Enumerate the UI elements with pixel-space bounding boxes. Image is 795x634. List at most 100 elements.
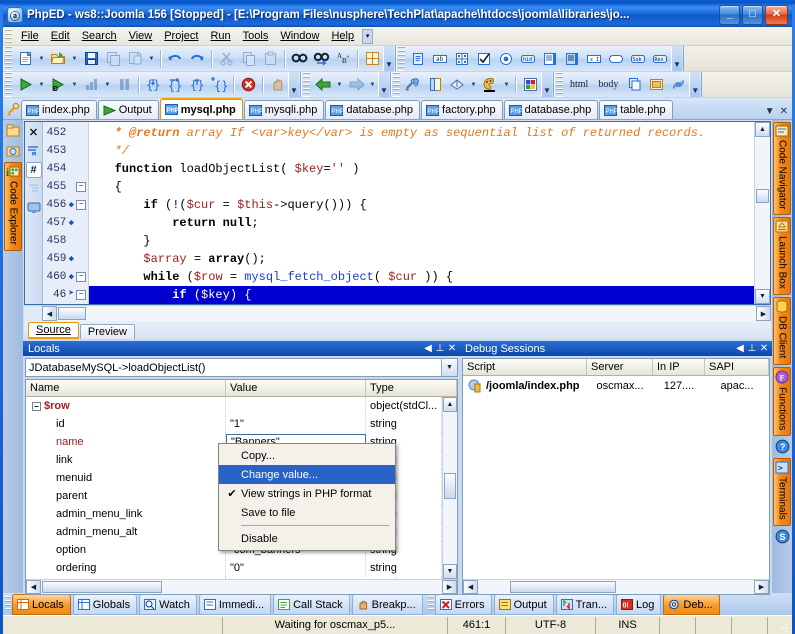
forward-arrow-icon[interactable] bbox=[345, 74, 367, 96]
menu-view[interactable]: View bbox=[123, 28, 159, 44]
open-file-dropdown-arrow-icon[interactable]: ▼ bbox=[69, 48, 80, 70]
step-into-icon[interactable]: {} bbox=[142, 74, 164, 96]
minimize-button[interactable]: _ bbox=[719, 5, 740, 25]
scroll-thumb[interactable] bbox=[444, 472, 456, 499]
toolbar-overflow-button[interactable]: ▼ bbox=[288, 72, 299, 97]
deploy-dropdown-arrow-icon[interactable]: ▼ bbox=[468, 74, 479, 96]
column-header-in-ip[interactable]: In IP bbox=[653, 359, 705, 375]
submit-icon[interactable]: Sub bbox=[627, 48, 649, 70]
profile-dropdown-arrow-icon[interactable]: ▼ bbox=[102, 74, 113, 96]
reset-icon[interactable]: Res bbox=[649, 48, 671, 70]
close-icon[interactable]: ✕ bbox=[758, 343, 770, 354]
chevron-down-icon[interactable]: ▼ bbox=[441, 359, 457, 376]
menu-search[interactable]: Search bbox=[76, 28, 123, 44]
menu-edit[interactable]: Edit bbox=[45, 28, 76, 44]
scroll-right-icon[interactable]: ▶ bbox=[754, 580, 769, 594]
copy-tag-icon[interactable] bbox=[623, 74, 645, 96]
editor-horizontal-scrollbar[interactable]: ◀ ▶ bbox=[24, 305, 771, 321]
bottom-tab-debug[interactable]: Deb... bbox=[663, 594, 720, 615]
menu-project[interactable]: Project bbox=[158, 28, 204, 44]
table-row[interactable]: admin_menu_img "js/ThemeOffice/component… bbox=[26, 577, 442, 579]
bottom-tab-watch[interactable]: Watch bbox=[139, 594, 197, 615]
radio-icon[interactable] bbox=[495, 48, 517, 70]
context-menu-item-change-value[interactable]: Change value... bbox=[219, 465, 395, 484]
cut-icon[interactable] bbox=[215, 48, 237, 70]
resize-grip[interactable] bbox=[776, 618, 790, 632]
scroll-track[interactable] bbox=[57, 306, 756, 321]
close-icon[interactable]: ✕ bbox=[26, 124, 42, 140]
run-debug-dropdown-arrow-icon[interactable]: ▼ bbox=[69, 74, 80, 96]
scroll-track[interactable] bbox=[443, 412, 457, 564]
tab-list-icon[interactable]: ▼ bbox=[765, 106, 775, 117]
fold-toggle-icon[interactable]: − bbox=[76, 182, 86, 192]
scroll-left-icon[interactable]: ◀ bbox=[463, 580, 478, 594]
scroll-right-icon[interactable]: ▶ bbox=[442, 580, 457, 594]
close-icon[interactable]: ✕ bbox=[780, 106, 788, 117]
file-tab-factory-php[interactable]: PHP factory.php bbox=[421, 100, 503, 119]
find-icon[interactable] bbox=[288, 48, 310, 70]
toolbar-gripper[interactable] bbox=[5, 72, 12, 97]
column-header-server[interactable]: Server bbox=[587, 359, 653, 375]
save-icon[interactable] bbox=[80, 48, 102, 70]
tag-html[interactable]: html bbox=[565, 79, 593, 90]
context-menu-item-view-strings-php-format[interactable]: ✔ View strings in PHP format bbox=[219, 484, 395, 503]
grid-icon[interactable] bbox=[361, 48, 383, 70]
menu-tools[interactable]: Tools bbox=[237, 28, 275, 44]
breakpoint-dot-icon[interactable]: ◆ bbox=[68, 214, 74, 232]
close-icon[interactable]: ✕ bbox=[446, 343, 458, 354]
new-file-icon[interactable] bbox=[14, 48, 36, 70]
colors-icon[interactable] bbox=[519, 74, 541, 96]
toolbar-overflow-button[interactable]: ▼ bbox=[541, 72, 552, 97]
scroll-thumb[interactable] bbox=[756, 188, 769, 203]
collapse-icon[interactable]: ◀ bbox=[422, 343, 434, 354]
toolbar-gripper[interactable] bbox=[398, 46, 405, 71]
bottom-tab-locals[interactable]: Locals bbox=[12, 594, 71, 615]
button-icon[interactable]: ab bbox=[429, 48, 451, 70]
roundrect-icon[interactable] bbox=[605, 48, 627, 70]
paste-icon[interactable] bbox=[259, 48, 281, 70]
scroll-thumb[interactable] bbox=[510, 581, 616, 593]
step-over-icon[interactable]: {} bbox=[164, 74, 186, 96]
locals-grid-body[interactable]: − $row object(stdCl... id "1" string nam… bbox=[26, 397, 442, 579]
bottom-tab-errors[interactable]: Errors bbox=[434, 594, 492, 615]
run-debug-icon[interactable]: D bbox=[47, 74, 69, 96]
undo-icon[interactable] bbox=[164, 48, 186, 70]
save-as-dropdown-arrow-icon[interactable]: ▼ bbox=[146, 48, 157, 70]
editor-vertical-scrollbar[interactable]: ▲ ▼ bbox=[754, 122, 770, 304]
scroll-thumb[interactable] bbox=[42, 581, 162, 593]
tab-source[interactable]: Source bbox=[28, 322, 79, 339]
scroll-left-icon[interactable]: ◀ bbox=[26, 580, 41, 594]
toolbar-gripper[interactable] bbox=[5, 46, 12, 71]
select-icon[interactable] bbox=[561, 48, 583, 70]
run-dropdown-arrow-icon[interactable]: ▼ bbox=[36, 74, 47, 96]
save-as-icon[interactable] bbox=[124, 48, 146, 70]
locals-vertical-scrollbar[interactable]: ▲ ▼ bbox=[442, 397, 457, 579]
maximize-button[interactable]: □ bbox=[742, 5, 763, 25]
php-doc-icon[interactable] bbox=[424, 74, 446, 96]
locals-horizontal-scrollbar[interactable]: ◀ ▶ bbox=[26, 579, 457, 594]
bottom-tab-breakpoints[interactable]: Breakp... bbox=[351, 594, 423, 615]
sidebar-tab-code-explorer[interactable]: i Code Explorer bbox=[4, 162, 22, 251]
monitor-icon[interactable] bbox=[26, 200, 42, 216]
hand-icon[interactable] bbox=[266, 74, 288, 96]
debug-grid-body[interactable]: /joomla/index.php oscmax... 127.... apac… bbox=[463, 376, 769, 579]
toolbar-gripper[interactable] bbox=[303, 72, 310, 97]
fold-toggle-icon[interactable]: − bbox=[76, 290, 86, 300]
code-area[interactable]: * @return array If <var>key</var> is emp… bbox=[89, 122, 754, 304]
context-menu-item-save-to-file[interactable]: Save to file bbox=[219, 503, 395, 522]
file-tab-database-php-1[interactable]: PHP database.php bbox=[325, 100, 421, 119]
pin-icon[interactable]: ⊥ bbox=[746, 343, 758, 354]
bottom-tab-log[interactable]: 0! Log bbox=[616, 594, 662, 615]
palette-icon[interactable] bbox=[479, 74, 501, 96]
tab-preview[interactable]: Preview bbox=[79, 324, 135, 339]
column-header-type[interactable]: Type bbox=[366, 380, 457, 396]
run-to-cursor-icon[interactable]: {} bbox=[208, 74, 230, 96]
line-numbers-icon[interactable]: # bbox=[25, 162, 42, 178]
settings-icon[interactable] bbox=[402, 74, 424, 96]
sidebar-tab-launch-box[interactable]: Launch Box bbox=[773, 217, 791, 296]
bookmark-icon[interactable] bbox=[26, 143, 42, 159]
forward-dropdown-arrow-icon[interactable]: ▼ bbox=[367, 74, 378, 96]
help-icon[interactable]: ? bbox=[773, 438, 791, 456]
step-out-icon[interactable]: {} bbox=[186, 74, 208, 96]
menu-run[interactable]: Run bbox=[204, 28, 236, 44]
